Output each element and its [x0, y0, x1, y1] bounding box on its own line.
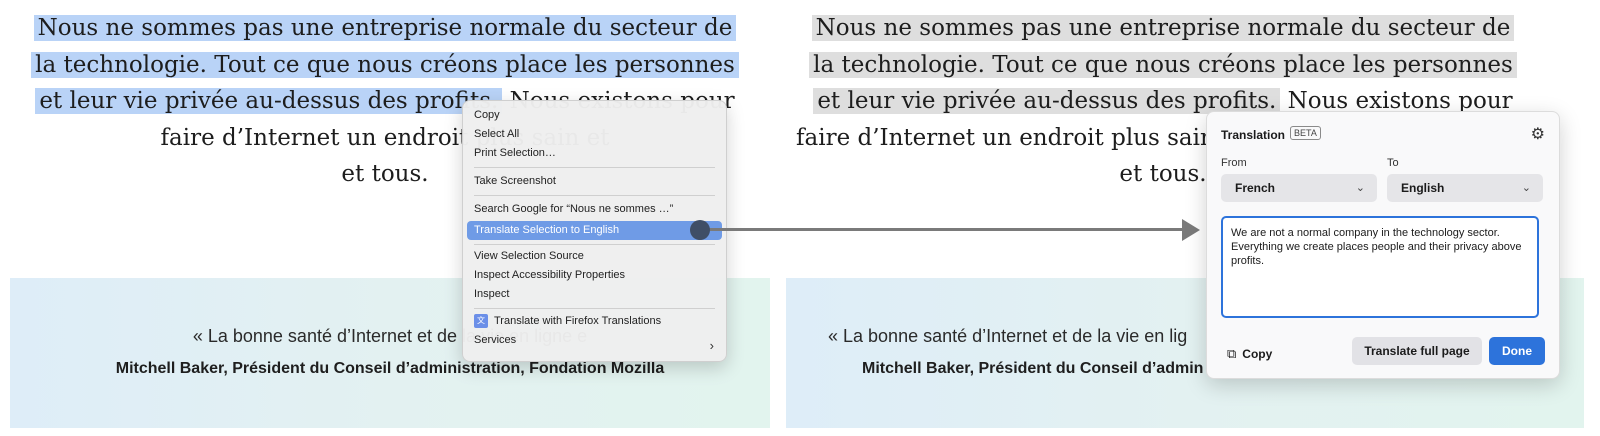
- copy-icon: ⧉: [1227, 346, 1237, 361]
- selected-text-line-1[interactable]: Nous ne sommes pas une entreprise normal…: [811, 15, 1515, 41]
- context-menu: Copy Select All Print Selection… Take Sc…: [462, 100, 727, 362]
- menu-item-copy[interactable]: Copy: [474, 107, 500, 124]
- pointer-arrow-line: [700, 228, 1182, 231]
- cursor-dot: [690, 220, 710, 240]
- translations-icon: 文: [474, 314, 488, 328]
- menu-separator: [474, 308, 715, 309]
- menu-item-take-screenshot[interactable]: Take Screenshot: [474, 173, 556, 190]
- copy-label: Copy: [1242, 347, 1273, 361]
- to-language-value: English: [1401, 181, 1445, 195]
- from-language-value: French: [1235, 181, 1276, 195]
- from-label: From: [1221, 157, 1247, 169]
- menu-item-inspect[interactable]: Inspect: [474, 286, 509, 303]
- paragraph-line-4: faire d’Internet un endroit plus sain: [796, 124, 1215, 151]
- pointer-arrow-head: [1182, 219, 1200, 241]
- menu-separator: [474, 195, 715, 196]
- menu-item-search-google[interactable]: Search Google for “Nous ne sommes …”: [474, 201, 673, 218]
- to-language-select[interactable]: English ⌄: [1387, 174, 1543, 202]
- to-label: To: [1387, 157, 1399, 169]
- selected-text-line-2[interactable]: la technologie. Tout ce que nous créons …: [809, 51, 1517, 78]
- menu-item-label: Translate Selection to English: [474, 224, 620, 236]
- selected-text-line-3[interactable]: et leur vie privée au-dessus des profits…: [35, 88, 503, 115]
- gear-icon[interactable]: ⚙: [1531, 124, 1545, 144]
- menu-item-view-selection-source[interactable]: View Selection Source: [474, 248, 584, 265]
- paragraph-line-5: et tous.: [341, 161, 429, 188]
- chevron-down-icon: ⌄: [1355, 182, 1365, 194]
- menu-separator: [474, 167, 715, 168]
- paragraph-line-5: et tous.: [1119, 161, 1207, 188]
- panel-title: Translation: [1221, 128, 1286, 142]
- copy-button[interactable]: ⧉ Copy: [1227, 344, 1272, 364]
- menu-separator: [474, 244, 715, 245]
- menu-item-translate-selection[interactable]: Translate Selection to English: [467, 221, 722, 240]
- menu-item-firefox-translations[interactable]: Translate with Firefox Translations: [494, 313, 661, 330]
- translate-full-page-button[interactable]: Translate full page: [1352, 337, 1482, 365]
- chevron-right-icon: ›: [709, 338, 714, 353]
- translation-output[interactable]: We are not a normal company in the techn…: [1221, 216, 1539, 318]
- selected-text-line-3[interactable]: et leur vie privée au-dessus des profits…: [813, 88, 1281, 115]
- translation-panel: Translation BETA ⚙ From To French ⌄ Engl…: [1206, 111, 1560, 379]
- from-language-select[interactable]: French ⌄: [1221, 174, 1377, 202]
- menu-item-select-all[interactable]: Select All: [474, 126, 519, 143]
- selected-text-line-2[interactable]: la technologie. Tout ce que nous créons …: [31, 51, 739, 78]
- menu-item-services[interactable]: Services: [474, 332, 516, 349]
- selected-text-line-1[interactable]: Nous ne sommes pas une entreprise normal…: [33, 15, 737, 41]
- done-button[interactable]: Done: [1489, 337, 1545, 365]
- chevron-down-icon: ⌄: [1521, 182, 1531, 194]
- quote-author: Mitchell Baker, Président du Conseil d’a…: [115, 360, 665, 377]
- beta-badge: BETA: [1290, 126, 1321, 140]
- menu-item-inspect-accessibility[interactable]: Inspect Accessibility Properties: [474, 267, 625, 284]
- menu-item-print-selection[interactable]: Print Selection…: [474, 145, 556, 162]
